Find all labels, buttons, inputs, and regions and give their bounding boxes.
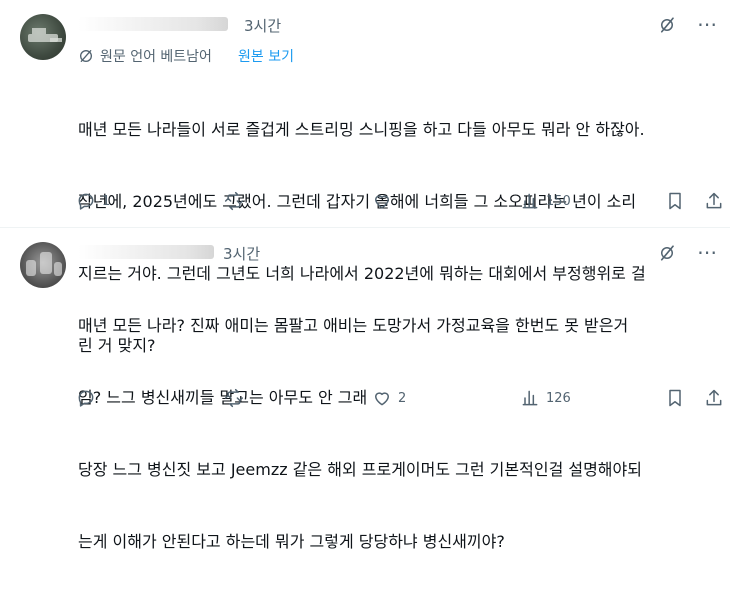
reply-post[interactable]: 3시간 ⋯ 원문 언어 베트남어 원본 보기 매년 모든 나라들이 서로 즐겁게…	[0, 0, 730, 355]
like-button[interactable]: 2	[372, 386, 406, 410]
repost-icon	[224, 191, 244, 211]
translation-source-label: 원문 언어 베트남어	[100, 49, 212, 65]
post-header: 3시간 ⋯	[78, 14, 718, 36]
avatar[interactable]	[20, 242, 66, 288]
grok-icon[interactable]	[658, 244, 676, 262]
post-text-line: 매년 모든 나라? 진짜 애미는 몸팔고 애비는 도망가서 가정교육을 한번도 …	[78, 316, 629, 335]
author-name-blurred[interactable]	[78, 17, 228, 31]
reply-count: 1	[102, 193, 111, 209]
views-count: 126	[546, 390, 571, 406]
repost-button[interactable]	[224, 386, 250, 410]
bookmark-icon	[669, 192, 681, 210]
grok-icon[interactable]	[658, 16, 676, 34]
bookmark-icon	[669, 389, 681, 407]
like-button[interactable]	[372, 189, 398, 213]
reply-icon	[78, 193, 94, 210]
share-icon	[706, 389, 722, 406]
post-text-line: 매년 모든 나라들이 서로 즐겁게 스트리밍 스니핑을 하고 다들 아무도 뭐라…	[78, 120, 645, 139]
views-button[interactable]: 150	[520, 189, 571, 213]
reply-button[interactable]: 1	[76, 189, 110, 213]
views-button[interactable]: 126	[520, 386, 571, 410]
repost-button[interactable]	[224, 189, 250, 213]
post-header: 3시간 ⋯	[78, 242, 718, 264]
translate-icon	[80, 50, 92, 62]
action-bar: 1 150	[76, 189, 726, 213]
like-count: 2	[398, 390, 407, 406]
reply-icon	[78, 390, 94, 407]
avatar[interactable]	[20, 14, 66, 60]
reply-button[interactable]	[76, 386, 102, 410]
heart-icon	[375, 392, 389, 406]
reply-post[interactable]: 3시간 ⋯ 매년 모든 나라? 진짜 애미는 몸팔고 애비는 도망가서 가정교육…	[0, 228, 730, 551]
author-name-blurred[interactable]	[78, 245, 214, 259]
post-text-line: 는게 이해가 안된다고 하는데 뭐가 그렇게 당당하냐 병신새끼야?	[78, 532, 505, 551]
action-bar: 2 126	[76, 386, 726, 410]
bookmark-button[interactable]	[665, 189, 685, 213]
bar-chart-icon	[522, 390, 538, 406]
share-button[interactable]	[704, 386, 724, 410]
post-text-line: 당장 느그 병신짓 보고 Jeemzz 같은 해외 프로게이머도 그런 기본적인…	[78, 460, 642, 479]
heart-icon	[375, 195, 389, 209]
views-count: 150	[546, 193, 571, 209]
show-original-link[interactable]: 원본 보기	[238, 46, 294, 66]
timestamp[interactable]: 3시간	[244, 15, 281, 36]
repost-icon	[224, 388, 244, 408]
timestamp[interactable]: 3시간	[223, 243, 260, 264]
bookmark-button[interactable]	[665, 386, 685, 410]
bar-chart-icon	[522, 193, 538, 209]
share-button[interactable]	[704, 189, 724, 213]
more-options-icon[interactable]: ⋯	[697, 242, 718, 262]
share-icon	[706, 192, 722, 209]
more-options-icon[interactable]: ⋯	[697, 14, 718, 34]
post-text: 매년 모든 나라? 진짜 애미는 몸팔고 애비는 도망가서 가정교육을 한번도 …	[78, 266, 718, 602]
